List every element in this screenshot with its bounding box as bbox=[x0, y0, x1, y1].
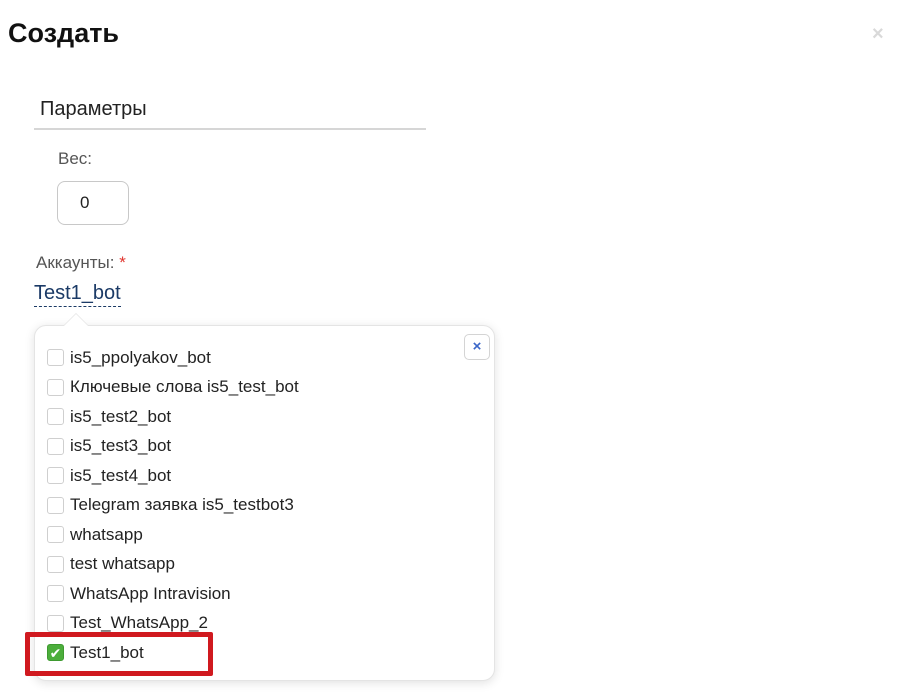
accounts-label-text: Аккаунты: bbox=[36, 253, 115, 272]
weight-input[interactable] bbox=[57, 181, 129, 225]
checkbox-icon[interactable] bbox=[47, 408, 64, 426]
account-option-label: Telegram заявка is5_testbot3 bbox=[70, 495, 294, 515]
account-option[interactable]: Telegram заявка is5_testbot3 bbox=[47, 491, 299, 521]
checkbox-icon[interactable] bbox=[47, 378, 64, 396]
checkbox-icon[interactable] bbox=[47, 467, 64, 485]
account-option[interactable]: is5_test3_bot bbox=[47, 432, 299, 462]
account-option-label: Ключевые слова is5_test_bot bbox=[70, 377, 299, 397]
account-option[interactable]: is5_ppolyakov_bot bbox=[47, 343, 299, 373]
account-option-label: test whatsapp bbox=[70, 554, 175, 574]
accounts-label: Аккаунты: * bbox=[36, 253, 126, 273]
checkbox-icon[interactable] bbox=[47, 437, 64, 455]
account-option[interactable]: test whatsapp bbox=[47, 550, 299, 580]
account-option-label: is5_ppolyakov_bot bbox=[70, 347, 211, 367]
accounts-option-list: is5_ppolyakov_bot Ключевые слова is5_test… bbox=[47, 343, 299, 668]
required-mark: * bbox=[119, 253, 126, 272]
account-option-label: Test1_bot bbox=[70, 642, 144, 662]
account-option[interactable]: Ключевые слова is5_test_bot bbox=[47, 373, 299, 403]
checkbox-icon[interactable] bbox=[47, 614, 64, 632]
account-option[interactable]: whatsapp bbox=[47, 520, 299, 550]
account-option-label: is5_test4_bot bbox=[70, 465, 172, 485]
checkbox-icon[interactable] bbox=[47, 555, 64, 573]
account-option[interactable]: ✔ Test1_bot bbox=[47, 638, 299, 668]
checkbox-checked-icon[interactable]: ✔ bbox=[47, 644, 64, 662]
dialog-title: Создать bbox=[8, 18, 120, 48]
account-option[interactable]: is5_test4_bot bbox=[47, 461, 299, 491]
popover-close-button[interactable]: × bbox=[464, 334, 490, 360]
account-option-label: whatsapp bbox=[70, 524, 143, 544]
checkbox-icon[interactable] bbox=[47, 585, 64, 603]
checkbox-icon[interactable] bbox=[47, 496, 64, 514]
dialog-close-icon[interactable]: × bbox=[872, 24, 884, 44]
accounts-popover: × is5_ppolyakov_bot Ключевые слова is5_te… bbox=[34, 313, 495, 681]
account-option[interactable]: WhatsApp Intravision bbox=[47, 579, 299, 609]
checkbox-icon[interactable] bbox=[47, 526, 64, 544]
account-option-label: is5_test3_bot bbox=[70, 436, 172, 456]
account-option-label: is5_test2_bot bbox=[70, 406, 172, 426]
account-option[interactable]: Test_WhatsApp_2 bbox=[47, 609, 299, 639]
accounts-selected-link[interactable]: Test1_bot bbox=[34, 282, 121, 307]
account-option-label: WhatsApp Intravision bbox=[70, 583, 231, 603]
weight-label: Вес: bbox=[58, 149, 93, 168]
account-option-label: Test_WhatsApp_2 bbox=[70, 613, 208, 633]
account-option[interactable]: is5_test2_bot bbox=[47, 402, 299, 432]
checkbox-icon[interactable] bbox=[47, 349, 64, 367]
section-title-parameters: Параметры bbox=[34, 96, 426, 130]
popover-arrow bbox=[63, 313, 89, 326]
